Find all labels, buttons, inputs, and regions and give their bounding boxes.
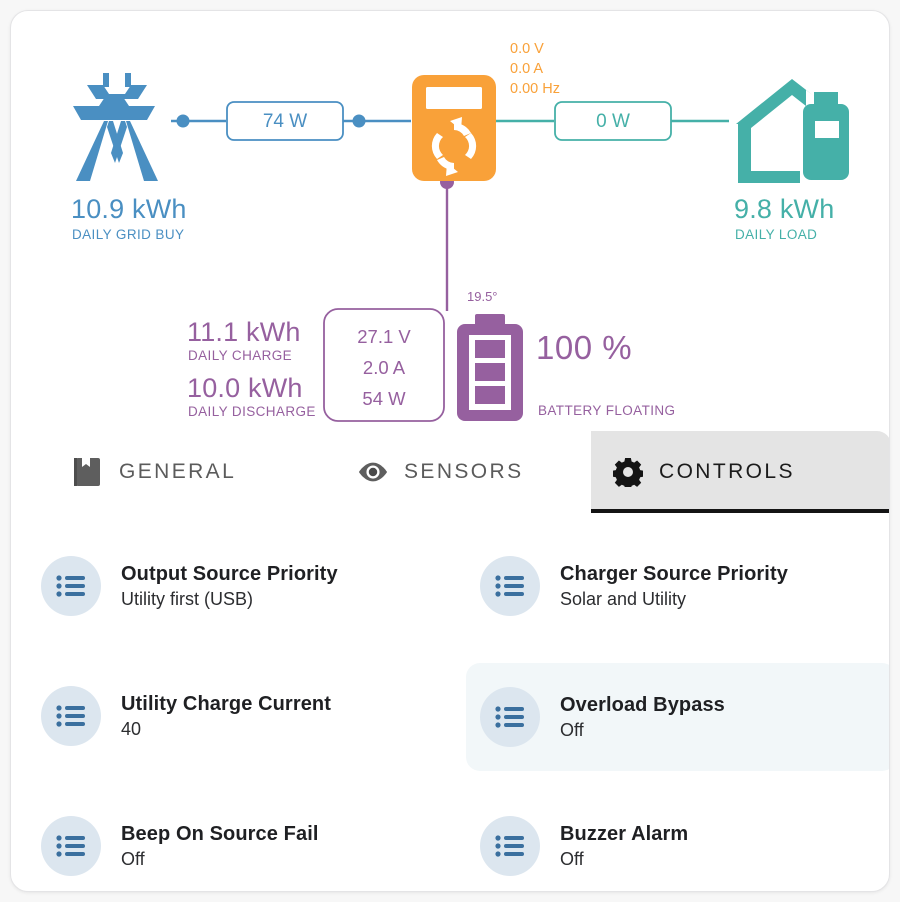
battery-power: 54 W [362, 388, 406, 409]
control-title: Utility Charge Current [121, 692, 332, 715]
control-title: Overload Bypass [560, 693, 725, 716]
tab-general-label: GENERAL [119, 460, 237, 483]
control-value: Off [560, 848, 584, 869]
tab-controls[interactable]: CONTROLS [591, 431, 889, 513]
book-icon [73, 457, 103, 487]
load-power-value: 0 W [596, 111, 630, 132]
controls-grid: Output Source Priority Utility first (US… [11, 523, 889, 891]
daily-grid-buy-caption: DAILY GRID BUY [72, 227, 185, 242]
control-overload-bypass[interactable]: Overload Bypass Off [466, 663, 889, 771]
energy-dashboard-card: 10.9 kWh DAILY GRID BUY 74 W 0.0 V 0.0 A… [10, 10, 890, 892]
control-output-source-priority[interactable]: Output Source Priority Utility first (US… [27, 537, 457, 635]
daily-discharge-value: 10.0 kWh [187, 373, 303, 403]
tab-controls-label: CONTROLS [659, 460, 795, 483]
list-icon [480, 687, 540, 747]
control-title: Output Source Priority [121, 562, 338, 585]
battery-status: BATTERY FLOATING [538, 403, 676, 418]
transmission-tower-icon [73, 73, 158, 181]
grid-node-dot-a [176, 114, 190, 128]
battery-voltage: 27.1 V [357, 326, 411, 347]
tab-sensors[interactable]: SENSORS [336, 431, 546, 513]
inverter-ac-voltage: 0.0 V [510, 41, 544, 57]
eye-icon [358, 457, 388, 487]
grid-node-dot-b [352, 114, 366, 128]
inverter-display [426, 87, 482, 109]
list-icon [41, 556, 101, 616]
house-load-icon [736, 79, 849, 183]
control-charger-source-priority[interactable]: Charger Source Priority Solar and Utilit… [466, 537, 889, 635]
inverter-ac-current: 0.0 A [510, 61, 544, 77]
tab-general[interactable]: GENERAL [51, 431, 258, 513]
control-utility-charge-current[interactable]: Utility Charge Current 40 [27, 667, 457, 765]
control-buzzer-alarm[interactable]: Buzzer Alarm Off [466, 797, 889, 891]
battery-icon [457, 314, 523, 421]
control-title: Beep On Source Fail [121, 822, 319, 845]
daily-charge-caption: DAILY CHARGE [188, 348, 293, 363]
control-value: Solar and Utility [560, 588, 687, 609]
daily-discharge-caption: DAILY DISCHARGE [188, 404, 316, 419]
daily-grid-buy-value: 10.9 kWh [71, 194, 187, 224]
list-icon [480, 556, 540, 616]
control-value: Off [560, 719, 584, 740]
control-value: 40 [121, 718, 142, 739]
battery-soc: 100 % [536, 329, 633, 366]
daily-charge-value: 11.1 kWh [187, 317, 301, 347]
daily-load-value: 9.8 kWh [734, 194, 835, 224]
control-value: Utility first (USB) [121, 588, 253, 609]
tab-bar: GENERAL SENSORS CONTROLS [11, 431, 889, 513]
grid-power-value: 74 W [262, 111, 308, 132]
control-beep-on-source-fail[interactable]: Beep On Source Fail Off [27, 797, 457, 891]
control-title: Buzzer Alarm [560, 822, 689, 845]
tab-sensors-label: SENSORS [404, 460, 524, 483]
gear-icon [613, 457, 643, 487]
list-icon [480, 816, 540, 876]
battery-current: 2.0 A [362, 357, 406, 378]
control-value: Off [121, 848, 145, 869]
list-icon [41, 686, 101, 746]
inverter-ac-frequency: 0.00 Hz [510, 81, 560, 97]
energy-flow-diagram: 10.9 kWh DAILY GRID BUY 74 W 0.0 V 0.0 A… [11, 11, 889, 431]
battery-temperature: 19.5° [467, 289, 498, 304]
daily-load-caption: DAILY LOAD [735, 227, 818, 242]
control-title: Charger Source Priority [560, 562, 788, 585]
list-icon [41, 816, 101, 876]
